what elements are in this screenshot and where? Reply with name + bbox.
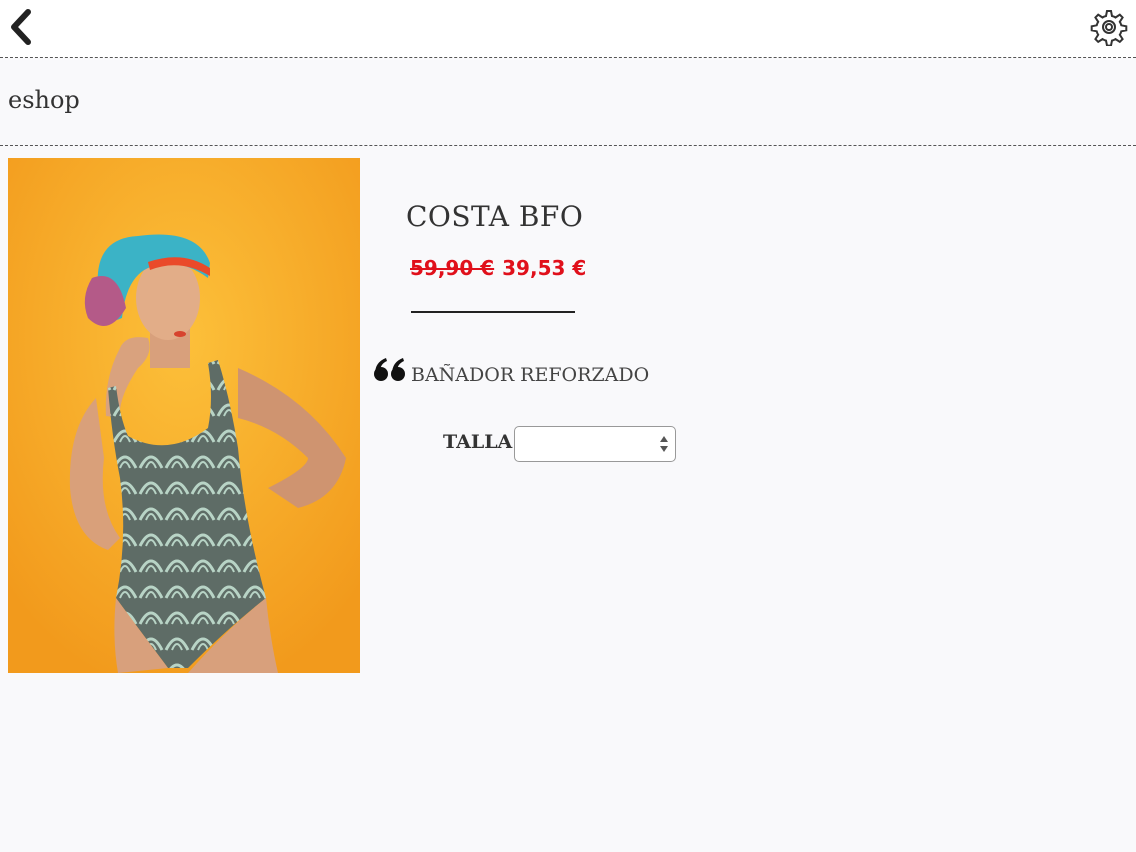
product-description: BAÑADOR REFORZADO: [411, 364, 650, 386]
size-select[interactable]: [514, 426, 676, 462]
chevron-left-icon: [11, 9, 31, 45]
back-button[interactable]: [6, 8, 36, 46]
product-name: COSTA BFO: [406, 200, 584, 233]
top-bar: [0, 0, 1136, 58]
sale-price: 39,53 €: [502, 256, 587, 280]
gear-icon: [1090, 10, 1128, 47]
shop-title: eshop: [8, 86, 80, 114]
select-arrows-icon: [660, 436, 668, 452]
size-label: TALLA: [443, 431, 513, 453]
quote-icon: [372, 354, 408, 386]
price-block: 59,90 € 39,53 €: [410, 256, 586, 280]
settings-button[interactable]: [1090, 8, 1128, 47]
product-image: [8, 158, 360, 673]
shop-header: eshop: [0, 58, 1136, 146]
old-price: 59,90 €: [410, 256, 495, 280]
divider: [411, 311, 575, 313]
